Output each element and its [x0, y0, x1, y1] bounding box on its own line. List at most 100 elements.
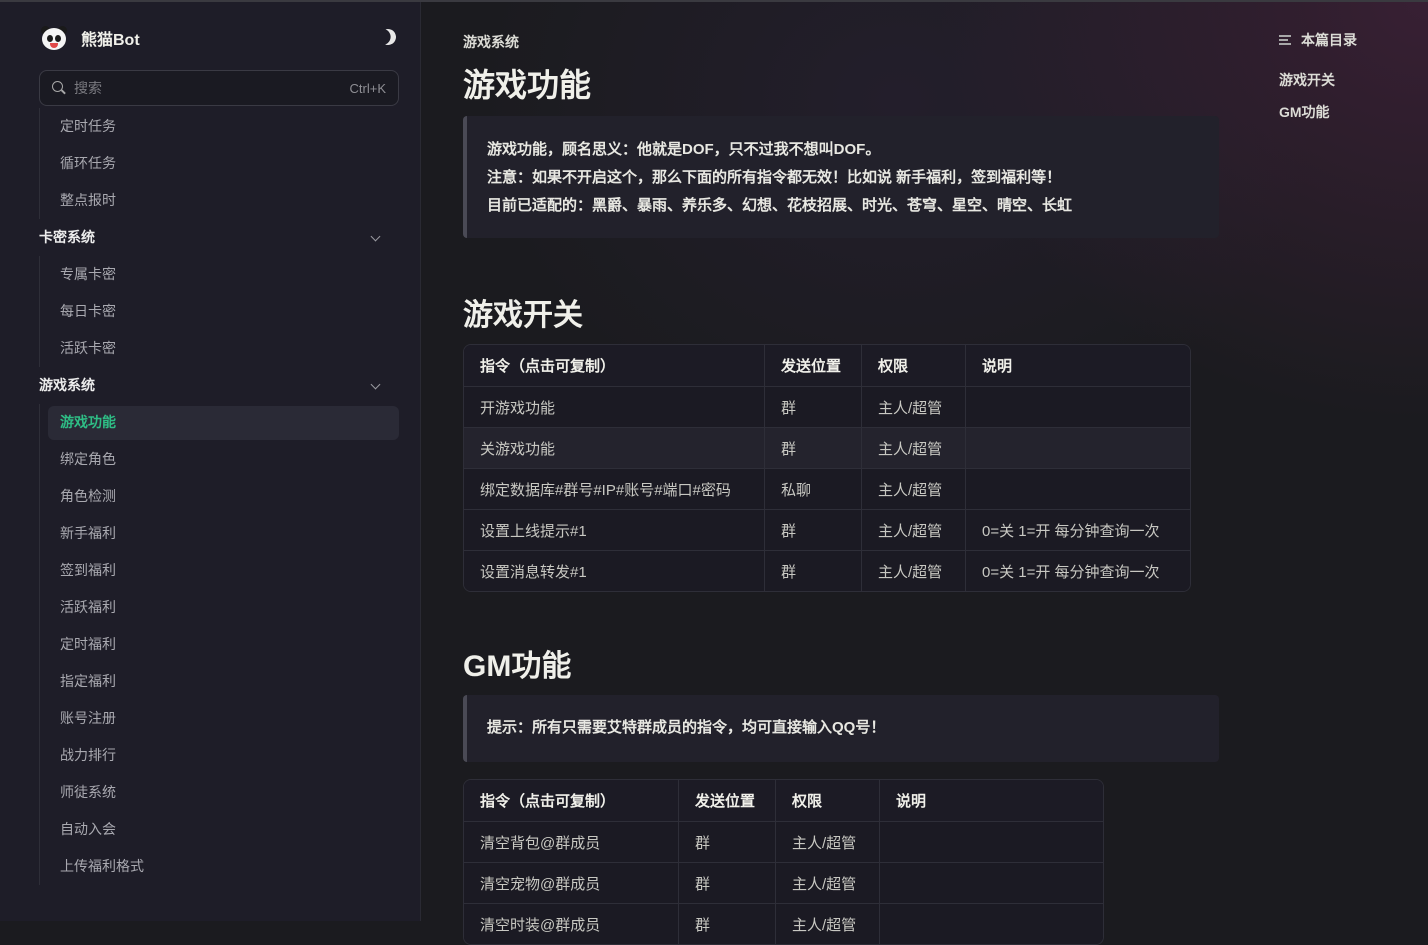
permission-cell: 主人/超管 — [776, 821, 880, 862]
sidebar-item-newbie-bonus[interactable]: 新手福利 — [0, 515, 420, 552]
location-cell: 私聊 — [765, 468, 862, 509]
sidebar-item-label: 自动入会 — [60, 821, 116, 837]
sidebar-item-label: 战力排行 — [60, 747, 116, 763]
sidebar-item-role-check[interactable]: 角色检测 — [0, 478, 420, 515]
note-cell — [880, 903, 1103, 944]
sidebar-item-active-card[interactable]: 活跃卡密 — [0, 330, 420, 367]
gm-tip-text: 提示：所有只需要艾特群成员的指令，均可直接输入QQ号！ — [487, 719, 886, 736]
command-cell[interactable]: 绑定数据库#群号#IP#账号#端口#密码 — [464, 468, 765, 509]
sidebar-item-label: 定时任务 — [60, 118, 116, 134]
command-cell[interactable]: 关游戏功能 — [464, 427, 765, 468]
sidebar-item-label: 整点报时 — [60, 192, 116, 208]
note-cell — [966, 386, 1190, 427]
sidebar-item-scheduled-tasks[interactable]: 定时任务 — [0, 108, 420, 145]
panda-logo-icon — [40, 24, 68, 52]
column-header: 指令（点击可复制） — [464, 780, 679, 821]
command-cell[interactable]: 设置上线提示#1 — [464, 509, 765, 550]
table-row: 关游戏功能 群 主人/超管 — [464, 427, 1190, 468]
section-heading-game-switch: 游戏开关 — [463, 299, 583, 332]
sidebar-item-label: 游戏功能 — [60, 414, 116, 430]
sidebar-section-label: 游戏系统 — [39, 377, 95, 393]
search-icon — [52, 81, 66, 95]
sidebar-item-specified-bonus[interactable]: 指定福利 — [0, 663, 420, 700]
intro-line: 注意：如果不开启这个，那么下面的所有指令都无效！比如说 新手福利，签到福利等！ — [487, 169, 1062, 186]
sidebar-item-mentor-system[interactable]: 师徒系统 — [0, 774, 420, 811]
toc-link-game-switch[interactable]: 游戏开关 — [1279, 70, 1357, 90]
intro-tip-box: 游戏功能，顾名思义：他就是DOF，只不过我不想叫DOF。 注意：如果不开启这个，… — [463, 116, 1219, 238]
command-cell[interactable]: 设置消息转发#1 — [464, 550, 765, 591]
sidebar-section-label: 卡密系统 — [39, 229, 95, 245]
game-switch-table: 指令（点击可复制） 发送位置 权限 说明 开游戏功能 群 主人/超管 关游戏功能… — [463, 344, 1191, 592]
command-cell[interactable]: 清空宠物@群成员 — [464, 862, 679, 903]
sidebar-section-card-system[interactable]: 卡密系统 — [0, 219, 420, 256]
note-cell: 0=关 1=开 每分钟查询一次 — [966, 550, 1190, 591]
permission-cell: 主人/超管 — [776, 903, 880, 944]
table-row: 清空背包@群成员 群 主人/超管 — [464, 821, 1103, 862]
permission-cell: 主人/超管 — [862, 550, 966, 591]
column-header: 说明 — [880, 780, 1103, 821]
search-box[interactable]: 搜索 Ctrl+K — [39, 70, 399, 106]
table-row: 清空宠物@群成员 群 主人/超管 — [464, 862, 1103, 903]
note-cell: 0=关 1=开 每分钟查询一次 — [966, 509, 1190, 550]
chevron-down-icon[interactable] — [370, 379, 381, 390]
command-cell[interactable]: 开游戏功能 — [464, 386, 765, 427]
table-of-contents: 本篇目录 游戏开关 GM功能 — [1279, 30, 1357, 122]
sidebar-item-power-ranking[interactable]: 战力排行 — [0, 737, 420, 774]
command-cell[interactable]: 清空时装@群成员 — [464, 903, 679, 944]
note-cell — [966, 427, 1190, 468]
sidebar-item-game-features[interactable]: 游戏功能 — [0, 404, 420, 441]
column-header: 说明 — [966, 345, 1190, 386]
sidebar-item-daily-card[interactable]: 每日卡密 — [0, 293, 420, 330]
toc-header: 本篇目录 — [1279, 30, 1357, 50]
breadcrumb: 游戏系统 — [463, 34, 519, 50]
permission-cell: 主人/超管 — [776, 862, 880, 903]
sidebar-item-exclusive-card[interactable]: 专属卡密 — [0, 256, 420, 293]
sidebar-item-hourly-chime[interactable]: 整点报时 — [0, 182, 420, 219]
sidebar-item-label: 活跃卡密 — [60, 340, 116, 356]
toc-title: 本篇目录 — [1301, 32, 1357, 48]
sidebar-item-label: 活跃福利 — [60, 599, 116, 615]
sidebar-item-label: 指定福利 — [60, 673, 116, 689]
sidebar-item-active-bonus[interactable]: 活跃福利 — [0, 589, 420, 626]
sidebar-item-label: 循环任务 — [60, 155, 116, 171]
sidebar-item-bind-role[interactable]: 绑定角色 — [0, 441, 420, 478]
toc-link-gm-features[interactable]: GM功能 — [1279, 102, 1357, 122]
sidebar-item-label: 每日卡密 — [60, 303, 116, 319]
column-header: 发送位置 — [765, 345, 862, 386]
sidebar-item-auto-join[interactable]: 自动入会 — [0, 811, 420, 848]
sidebar-item-label: 签到福利 — [60, 562, 116, 578]
page-title: 游戏功能 — [463, 67, 592, 103]
location-cell: 群 — [679, 862, 776, 903]
brand-name: 熊猫Bot — [81, 32, 140, 49]
location-cell: 群 — [679, 903, 776, 944]
sidebar-item-loop-tasks[interactable]: 循环任务 — [0, 145, 420, 182]
sidebar-item-label: 角色检测 — [60, 488, 116, 504]
table-row: 设置上线提示#1 群 主人/超管 0=关 1=开 每分钟查询一次 — [464, 509, 1190, 550]
column-header: 权限 — [862, 345, 966, 386]
intro-line: 游戏功能，顾名思义：他就是DOF，只不过我不想叫DOF。 — [487, 141, 881, 158]
dark-mode-toggle-icon[interactable] — [378, 27, 399, 48]
sidebar-nav: 定时任务 循环任务 整点报时 卡密系统 专属卡密 每日卡密 活跃卡密 游戏系统 … — [0, 108, 420, 885]
table-header-row: 指令（点击可复制） 发送位置 权限 说明 — [464, 345, 1190, 386]
nav-group-tasks: 定时任务 循环任务 整点报时 — [0, 108, 420, 219]
gm-features-table: 指令（点击可复制） 发送位置 权限 说明 清空背包@群成员 群 主人/超管 清空… — [463, 779, 1104, 945]
sidebar-item-label: 上传福利格式 — [60, 858, 144, 874]
command-cell[interactable]: 清空背包@群成员 — [464, 821, 679, 862]
note-cell — [966, 468, 1190, 509]
gm-tip-box: 提示：所有只需要艾特群成员的指令，均可直接输入QQ号！ — [463, 695, 1219, 762]
table-row: 清空时装@群成员 群 主人/超管 — [464, 903, 1103, 944]
table-row: 开游戏功能 群 主人/超管 — [464, 386, 1190, 427]
note-cell — [880, 821, 1103, 862]
sidebar-item-timed-bonus[interactable]: 定时福利 — [0, 626, 420, 663]
nav-group-game-system: 游戏功能 绑定角色 角色检测 新手福利 签到福利 活跃福利 定时福利 指定福利 … — [0, 404, 420, 885]
sidebar-section-game-system[interactable]: 游戏系统 — [0, 367, 420, 404]
brand-link[interactable]: 熊猫Bot — [40, 22, 140, 54]
chevron-down-icon[interactable] — [370, 231, 381, 242]
sidebar-item-label: 绑定角色 — [60, 451, 116, 467]
sidebar-item-account-register[interactable]: 账号注册 — [0, 700, 420, 737]
list-icon — [1279, 35, 1291, 45]
sidebar-item-signin-bonus[interactable]: 签到福利 — [0, 552, 420, 589]
note-cell — [880, 862, 1103, 903]
intro-line: 目前已适配的：黑爵、暴雨、养乐多、幻想、花枝招展、时光、苍穹、星空、晴空、长虹 — [487, 197, 1073, 214]
sidebar-item-upload-bonus-format[interactable]: 上传福利格式 — [0, 848, 420, 885]
